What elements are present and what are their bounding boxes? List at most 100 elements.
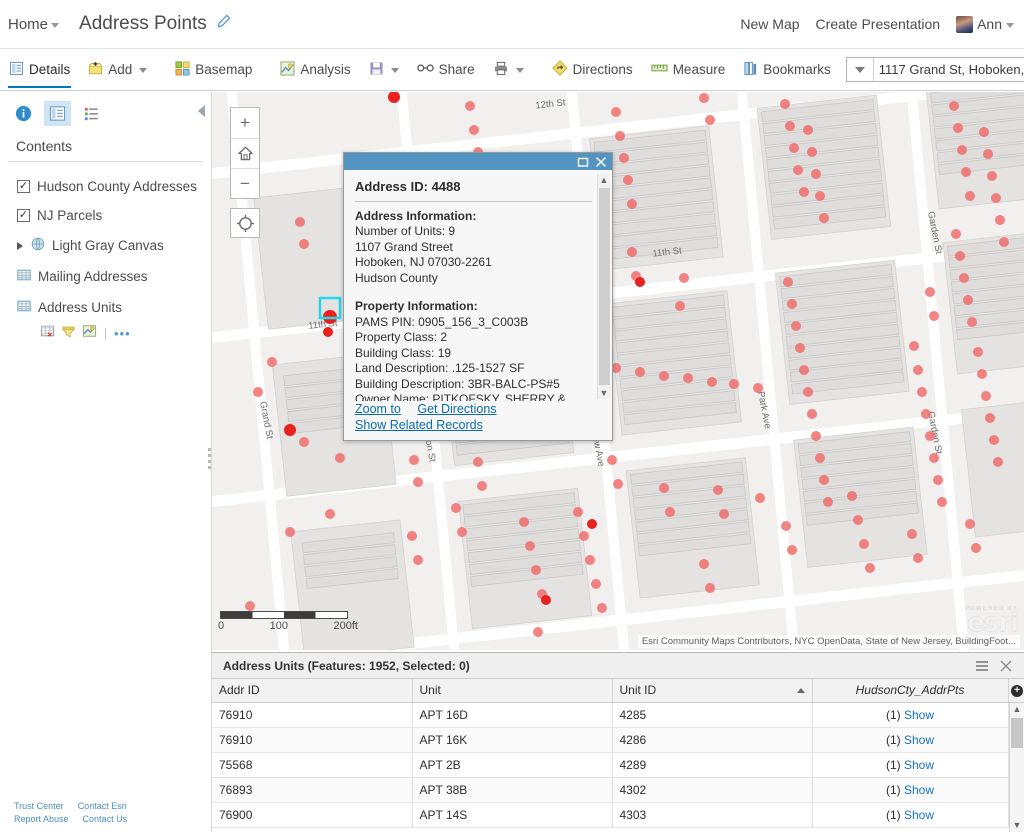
locate-button[interactable] bbox=[230, 208, 260, 238]
divider bbox=[105, 327, 106, 340]
map-graphics: 12th St 12th St 11th St 11th St Grand St… bbox=[212, 92, 1024, 650]
table-icon bbox=[17, 299, 31, 316]
save-menu[interactable] bbox=[360, 49, 408, 91]
zoom-in-button[interactable]: + bbox=[231, 108, 259, 138]
close-icon[interactable] bbox=[994, 654, 1018, 678]
table-row[interactable]: 76910 APT 16K 4286 (1) Show bbox=[212, 727, 1009, 753]
create-presentation-link[interactable]: Create Presentation bbox=[816, 16, 941, 32]
filter-icon[interactable] bbox=[61, 324, 76, 343]
table-row[interactable]: 76900 APT 14S 4303 (1) Show bbox=[212, 802, 1009, 828]
column-header-hudsoncty-addrpts[interactable]: HudsonCty_AddrPts bbox=[812, 679, 1009, 703]
address-line: 1107 Grand Street bbox=[355, 239, 453, 254]
table-row[interactable]: 75568 APT 2B 4289 (1) Show bbox=[212, 752, 1009, 778]
tab-about[interactable] bbox=[10, 101, 37, 126]
search-source-dropdown[interactable] bbox=[847, 58, 874, 81]
home-button[interactable] bbox=[231, 138, 259, 168]
table-row[interactable]: 76910 APT 16D 4285 (1) Show bbox=[212, 702, 1009, 728]
cell-related: (1) Show bbox=[812, 752, 1009, 778]
chevron-down-icon bbox=[139, 68, 148, 73]
show-related-link[interactable]: Show bbox=[904, 733, 934, 747]
directions-button[interactable]: Directions bbox=[543, 49, 642, 91]
add-icon bbox=[88, 61, 103, 79]
pencil-icon[interactable] bbox=[216, 14, 231, 34]
address-line: Hudson County bbox=[355, 270, 438, 285]
scroll-down-icon[interactable]: ▼ bbox=[600, 387, 609, 399]
tab-contents[interactable] bbox=[44, 101, 71, 126]
attribute-table-scrollbar[interactable]: + ▲ ▼ bbox=[1008, 679, 1024, 832]
tab-details-label: Details bbox=[29, 62, 71, 77]
popup-scrollbar[interactable]: ▲ ▼ bbox=[597, 174, 610, 399]
layer-item-hudson-county-addresses[interactable]: ✓ Hudson County Addresses bbox=[0, 172, 211, 201]
show-related-records-link[interactable]: Show Related Records bbox=[355, 418, 483, 432]
column-header-addr-id[interactable]: Addr ID bbox=[212, 679, 413, 703]
print-menu[interactable] bbox=[484, 49, 533, 91]
field-options-button[interactable]: + bbox=[1009, 679, 1024, 703]
hamburger-menu-icon[interactable] bbox=[970, 654, 994, 678]
basemap-label: Basemap bbox=[195, 62, 253, 77]
layer-checkbox[interactable]: ✓ bbox=[17, 180, 30, 193]
measure-button[interactable]: Measure bbox=[642, 49, 735, 91]
layer-item-mailing-addresses[interactable]: Mailing Addresses bbox=[0, 261, 211, 292]
cell-addr-id: 75568 bbox=[212, 752, 413, 778]
scale-mid: 100 bbox=[269, 620, 288, 632]
attribute-table-grid: Addr ID Unit Unit ID HudsonCty_AddrPts 7… bbox=[212, 679, 1024, 832]
new-map-link[interactable]: New Map bbox=[740, 16, 799, 32]
show-related-link[interactable]: Show bbox=[904, 708, 934, 722]
bookmarks-label: Bookmarks bbox=[763, 62, 831, 77]
more-options-icon[interactable]: ••• bbox=[114, 326, 131, 341]
cell-related: (1) Show bbox=[812, 702, 1009, 728]
show-on-map-icon[interactable] bbox=[82, 324, 97, 343]
tab-legend[interactable] bbox=[78, 101, 105, 126]
scroll-up-icon[interactable]: ▲ bbox=[1013, 703, 1022, 716]
map-toolbar: Details Add Basemap Analysis Share Direc… bbox=[0, 48, 1024, 91]
table-icon bbox=[17, 268, 31, 285]
layer-item-light-gray-canvas[interactable]: Light Gray Canvas bbox=[0, 230, 211, 261]
scrollbar-thumb[interactable] bbox=[598, 188, 610, 385]
column-header-unit[interactable]: Unit bbox=[412, 679, 613, 703]
collapse-panel-icon[interactable] bbox=[198, 105, 205, 117]
close-icon[interactable] bbox=[595, 156, 607, 168]
table-row[interactable]: 76893 APT 38B 4302 (1) Show bbox=[212, 777, 1009, 803]
layer-checkbox[interactable]: ✓ bbox=[17, 209, 30, 222]
analysis-button[interactable]: Analysis bbox=[271, 49, 359, 91]
scroll-down-icon[interactable]: ▼ bbox=[1013, 819, 1022, 832]
column-header-unit-id[interactable]: Unit ID bbox=[612, 679, 813, 703]
show-related-link[interactable]: Show bbox=[904, 783, 934, 797]
measure-icon bbox=[651, 61, 668, 78]
cell-unit: APT 14S bbox=[412, 802, 613, 828]
bookmarks-button[interactable]: Bookmarks bbox=[734, 49, 840, 91]
measure-label: Measure bbox=[672, 62, 726, 77]
show-related-link[interactable]: Show bbox=[904, 758, 934, 772]
basemap-button[interactable]: Basemap bbox=[166, 49, 261, 91]
scroll-up-icon[interactable]: ▲ bbox=[600, 174, 609, 186]
scrollbar-thumb[interactable] bbox=[1011, 718, 1023, 748]
share-button[interactable]: Share bbox=[408, 49, 484, 91]
footer-link-contact-esri[interactable]: Contact Esri bbox=[78, 800, 127, 813]
map-canvas[interactable]: 12th St 12th St 11th St 11th St Grand St… bbox=[212, 92, 1024, 650]
layer-item-address-units[interactable]: Address Units bbox=[0, 292, 211, 323]
get-directions-link[interactable]: Get Directions bbox=[417, 402, 496, 416]
footer-link-trust-center[interactable]: Trust Center bbox=[14, 800, 64, 813]
table-icon[interactable] bbox=[40, 324, 55, 343]
show-related-link[interactable]: Show bbox=[904, 808, 934, 822]
footer-link-report-abuse[interactable]: Report Abuse bbox=[14, 813, 69, 826]
feature-popup[interactable]: Address ID: 4488 Address Information: Nu… bbox=[343, 152, 613, 441]
expand-arrow-icon[interactable] bbox=[17, 241, 23, 250]
header-left: Home Address Points bbox=[0, 13, 231, 35]
layer-item-nj-parcels[interactable]: ✓ NJ Parcels bbox=[0, 201, 211, 230]
footer-link-contact-us[interactable]: Contact Us bbox=[83, 813, 128, 826]
search-input[interactable] bbox=[873, 58, 1024, 81]
panel-tab-strip bbox=[0, 92, 211, 132]
zoom-to-link[interactable]: Zoom to bbox=[355, 402, 401, 416]
chevron-down-icon bbox=[1006, 23, 1014, 28]
zoom-out-button[interactable]: − bbox=[231, 168, 259, 198]
user-menu[interactable]: Ann bbox=[956, 15, 1014, 33]
home-menu[interactable]: Home bbox=[8, 15, 60, 33]
tab-details[interactable]: Details bbox=[0, 49, 79, 91]
maximize-icon[interactable] bbox=[577, 156, 589, 168]
add-label: Add bbox=[108, 62, 133, 77]
home-label: Home bbox=[8, 15, 49, 33]
add-menu[interactable]: Add bbox=[79, 49, 156, 91]
add-field-icon[interactable]: + bbox=[1011, 684, 1023, 697]
panel-resize-handle[interactable] bbox=[205, 440, 213, 476]
